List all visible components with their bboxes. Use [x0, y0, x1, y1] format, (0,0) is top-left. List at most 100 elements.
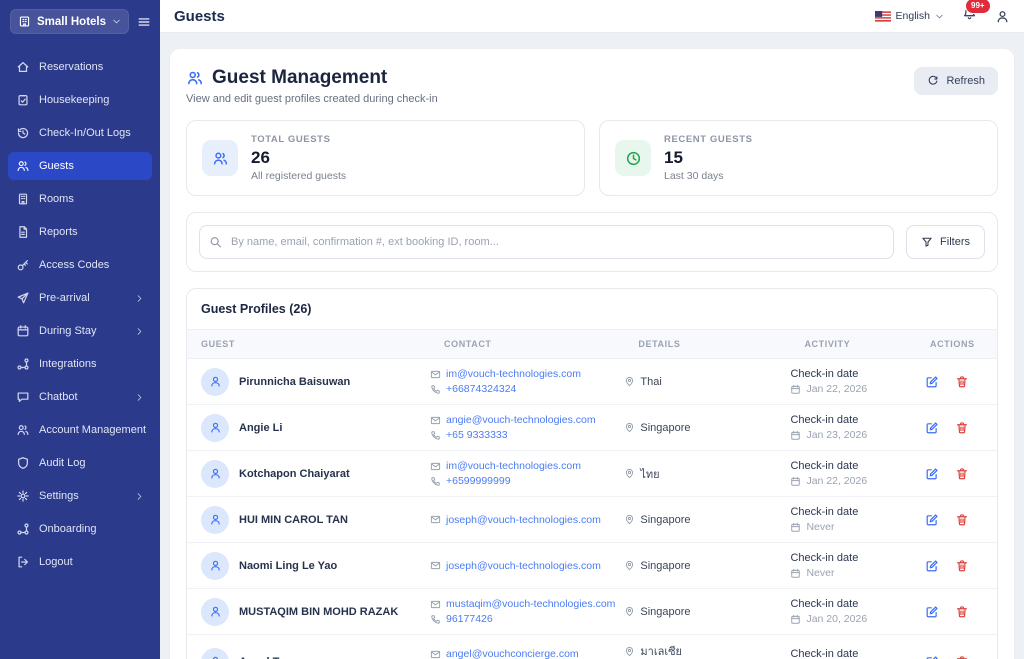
user-icon — [209, 375, 222, 388]
guest-phone-link[interactable]: +65 9333333 — [430, 429, 616, 441]
guest-email-link[interactable]: im@vouch-technologies.com — [430, 460, 616, 472]
delete-guest-button[interactable] — [955, 375, 969, 389]
search-input[interactable] — [199, 225, 894, 259]
guest-contact: angel@vouchconcierge.com+6599999999 — [430, 648, 624, 659]
refresh-button[interactable]: Refresh — [914, 67, 998, 95]
user-icon — [209, 655, 222, 659]
sidebar-item-reservations[interactable]: Reservations — [8, 53, 152, 81]
sidebar-item-chatbot[interactable]: Chatbot — [8, 383, 152, 411]
edit-guest-button[interactable] — [925, 605, 939, 619]
edit-guest-button[interactable] — [925, 513, 939, 527]
sidebar-item-label: Integrations — [39, 358, 96, 370]
integration-icon — [16, 522, 30, 536]
sidebar-item-label: Housekeeping — [39, 94, 109, 106]
guest-details: Singapore — [624, 422, 790, 434]
edit-guest-button[interactable] — [925, 375, 939, 389]
checkin-label: Check-in date — [790, 552, 916, 564]
sidebar-header: Small Hotels — [0, 0, 160, 47]
pin-icon — [624, 376, 635, 387]
guest-email-link[interactable]: joseph@vouch-technologies.com — [430, 560, 616, 572]
avatar — [201, 460, 229, 488]
shield-icon — [16, 456, 30, 470]
table-header-row: GUEST CONTACT DETAILS ACTIVITY ACTIONS — [187, 329, 997, 359]
delete-guest-button[interactable] — [955, 605, 969, 619]
edit-guest-button[interactable] — [925, 655, 939, 659]
building-icon — [16, 192, 30, 206]
guest-table-body: Pirunnicha Baisuwan im@vouch-technologie… — [187, 359, 997, 659]
delete-guest-button[interactable] — [955, 421, 969, 435]
guest-contact: mustaqim@vouch-technologies.com 96177426 — [430, 598, 624, 625]
guest-phone-link[interactable]: 96177426 — [430, 613, 616, 625]
guest-phone-link[interactable]: +6599999999 — [430, 475, 616, 487]
filters-button[interactable]: Filters — [906, 225, 985, 259]
panel-header: Guest Management View and edit guest pro… — [186, 67, 998, 105]
guest-email-link[interactable]: mustaqim@vouch-technologies.com — [430, 598, 616, 610]
sidebar-item-pre-arrival[interactable]: Pre-arrival — [8, 284, 152, 312]
checkin-label: Check-in date — [790, 598, 916, 610]
page-title: Guest Management — [212, 67, 387, 89]
guest-email-link[interactable]: joseph@vouch-technologies.com — [430, 514, 616, 526]
users-icon — [202, 140, 238, 176]
table-row: Kotchapon Chaiyarat im@vouch-technologie… — [187, 451, 997, 497]
sidebar-item-account-management[interactable]: Account Management — [8, 416, 152, 444]
edit-guest-button[interactable] — [925, 559, 939, 573]
sidebar-item-onboarding[interactable]: Onboarding — [8, 515, 152, 543]
sidebar-item-check-in-out-logs[interactable]: Check-In/Out Logs — [8, 119, 152, 147]
language-selector[interactable]: English — [875, 10, 944, 22]
sidebar-item-during-stay[interactable]: During Stay — [8, 317, 152, 345]
guest-email-link[interactable]: angel@vouchconcierge.com — [430, 648, 616, 659]
guest-phone-link[interactable]: +66874324324 — [430, 383, 616, 395]
sidebar-item-integrations[interactable]: Integrations — [8, 350, 152, 378]
sidebar-item-logout[interactable]: Logout — [8, 548, 152, 576]
delete-guest-button[interactable] — [955, 655, 969, 659]
guest-contact: joseph@vouch-technologies.com — [430, 514, 624, 526]
page-breadcrumb-title: Guests — [174, 8, 225, 25]
table-row: Angie Li angie@vouch-technologies.com+65… — [187, 405, 997, 451]
user-profile-icon[interactable] — [995, 9, 1010, 24]
guest-email-link[interactable]: im@vouch-technologies.com — [430, 368, 616, 380]
stat-subtext: All registered guests — [251, 170, 346, 182]
guest-name: Pirunnicha Baisuwan — [239, 376, 350, 388]
recent-guests-card: RECENT GUESTS 15 Last 30 days — [599, 120, 998, 196]
app-title: Small Hotels — [37, 16, 106, 28]
integration-icon — [16, 357, 30, 371]
notifications-button[interactable]: 99+ — [962, 6, 977, 26]
sidebar-item-access-codes[interactable]: Access Codes — [8, 251, 152, 279]
edit-guest-button[interactable] — [925, 467, 939, 481]
pin-icon — [624, 422, 635, 433]
chevron-right-icon — [135, 294, 144, 303]
chevron-down-icon — [112, 17, 121, 26]
guest-detail: Thai — [624, 376, 782, 388]
menu-toggle-icon[interactable] — [137, 15, 151, 29]
language-label: English — [896, 10, 930, 22]
sidebar-item-label: Access Codes — [39, 259, 109, 271]
edit-guest-button[interactable] — [925, 421, 939, 435]
guest-detail: ไทย — [624, 465, 782, 483]
chevron-right-icon — [135, 327, 144, 336]
delete-guest-button[interactable] — [955, 467, 969, 481]
search-bar-card: Filters — [186, 212, 998, 272]
content-area: Guest Management View and edit guest pro… — [160, 33, 1024, 659]
main-area: Guests English 99+ Guest Management — [160, 0, 1024, 659]
sidebar-item-guests[interactable]: Guests — [8, 152, 152, 180]
envelope-icon — [430, 369, 441, 380]
guest-details: มาเลเซียนักบัญชี — [624, 642, 790, 659]
delete-guest-button[interactable] — [955, 559, 969, 573]
funnel-icon — [921, 236, 933, 248]
sidebar-item-reports[interactable]: Reports — [8, 218, 152, 246]
sidebar-item-housekeeping[interactable]: Housekeeping — [8, 86, 152, 114]
users-icon — [16, 159, 30, 173]
calendar-icon — [790, 384, 801, 395]
delete-guest-button[interactable] — [955, 513, 969, 527]
checkin-date: Jan 23, 2026 — [806, 429, 867, 441]
sidebar-item-audit-log[interactable]: Audit Log — [8, 449, 152, 477]
guest-name: Naomi Ling Le Yao — [239, 560, 337, 572]
table-row: Angel Tey angel@vouchconcierge.com+65999… — [187, 635, 997, 659]
user-icon — [209, 605, 222, 618]
workspace-switcher[interactable]: Small Hotels — [10, 9, 129, 34]
guest-email-link[interactable]: angie@vouch-technologies.com — [430, 414, 616, 426]
sidebar-item-rooms[interactable]: Rooms — [8, 185, 152, 213]
checkin-label: Check-in date — [790, 368, 916, 380]
sidebar-item-settings[interactable]: Settings — [8, 482, 152, 510]
stat-label: RECENT GUESTS — [664, 134, 753, 145]
